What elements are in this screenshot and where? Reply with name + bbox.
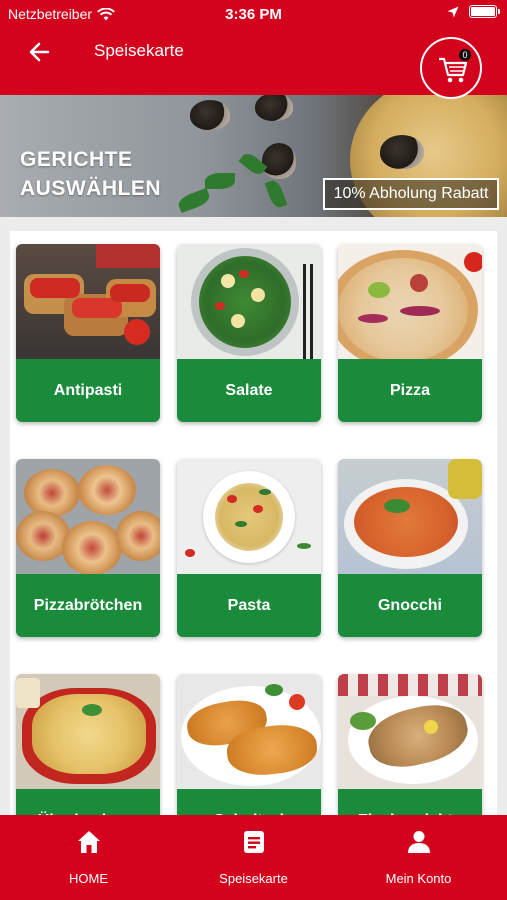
- category-card-fischgerichte[interactable]: Fischgerichte: [338, 674, 482, 816]
- category-card-schnitzel[interactable]: Schnitzel: [177, 674, 321, 816]
- category-label: Schnitzel: [177, 789, 321, 816]
- cart-button[interactable]: 0: [420, 37, 482, 99]
- tab-speisekarte[interactable]: Speisekarte: [169, 815, 338, 900]
- tab-label: HOME: [69, 871, 108, 886]
- fischgerichte-image: [338, 674, 482, 789]
- category-label: Salate: [177, 359, 321, 422]
- category-label: Pasta: [177, 574, 321, 637]
- banner-title-line2: AUSWÄHLEN: [20, 177, 161, 200]
- gnocchi-image: [338, 459, 482, 574]
- category-label: Fischgerichte: [338, 789, 482, 816]
- pizza-image: [338, 244, 482, 359]
- category-card-ueberbackene[interactable]: Überbackene: [16, 674, 160, 816]
- account-icon: [408, 831, 430, 853]
- status-time: 3:36 PM: [225, 6, 282, 23]
- location-arrow-icon: [447, 6, 459, 17]
- tab-label: Speisekarte: [219, 871, 288, 886]
- battery-icon: [469, 5, 500, 18]
- antipasti-image: [16, 244, 160, 359]
- tab-label: Mein Konto: [385, 871, 452, 886]
- cart-count-badge: 0: [459, 49, 471, 61]
- status-bar: Netzbetreiber 3:36 PM: [0, 0, 507, 28]
- banner-title-line1: GERICHTE: [20, 148, 133, 171]
- menu-list-icon: [244, 831, 264, 853]
- page-title: Speisekarte: [94, 41, 184, 60]
- salate-image: [177, 244, 321, 359]
- tab-home[interactable]: HOME: [4, 815, 173, 900]
- category-card-antipasti[interactable]: Antipasti: [16, 244, 160, 422]
- ueberbackene-image: [16, 674, 160, 789]
- home-icon: [78, 831, 100, 853]
- discount-badge: 10% Abholung Rabatt: [323, 178, 499, 210]
- banner-title: GERICHTE AUSWÄHLEN: [20, 145, 161, 203]
- category-label: Überbackene: [16, 789, 160, 816]
- pasta-image: [177, 459, 321, 574]
- category-card-pizza[interactable]: Pizza: [338, 244, 482, 422]
- category-card-salate[interactable]: Salate: [177, 244, 321, 422]
- category-label: Pizza: [338, 359, 482, 422]
- category-label: Gnocchi: [338, 574, 482, 637]
- category-card-pizzabroetchen[interactable]: Pizzabrötchen: [16, 459, 160, 637]
- category-card-pasta[interactable]: Pasta: [177, 459, 321, 637]
- category-grid: Antipasti Salate Pizza Pizzabrötchen Pas…: [10, 231, 497, 816]
- arrow-left-icon: [29, 42, 50, 62]
- bottom-tab-bar: HOME Speisekarte Mein Konto: [0, 815, 507, 900]
- schnitzel-image: [177, 674, 321, 789]
- back-button[interactable]: [26, 38, 54, 66]
- category-label: Antipasti: [16, 359, 160, 422]
- status-right: [447, 5, 500, 18]
- pizzabroetchen-image: [16, 459, 160, 574]
- category-label: Pizzabrötchen: [16, 574, 160, 637]
- tab-mein-konto[interactable]: Mein Konto: [334, 815, 503, 900]
- category-card-gnocchi[interactable]: Gnocchi: [338, 459, 482, 637]
